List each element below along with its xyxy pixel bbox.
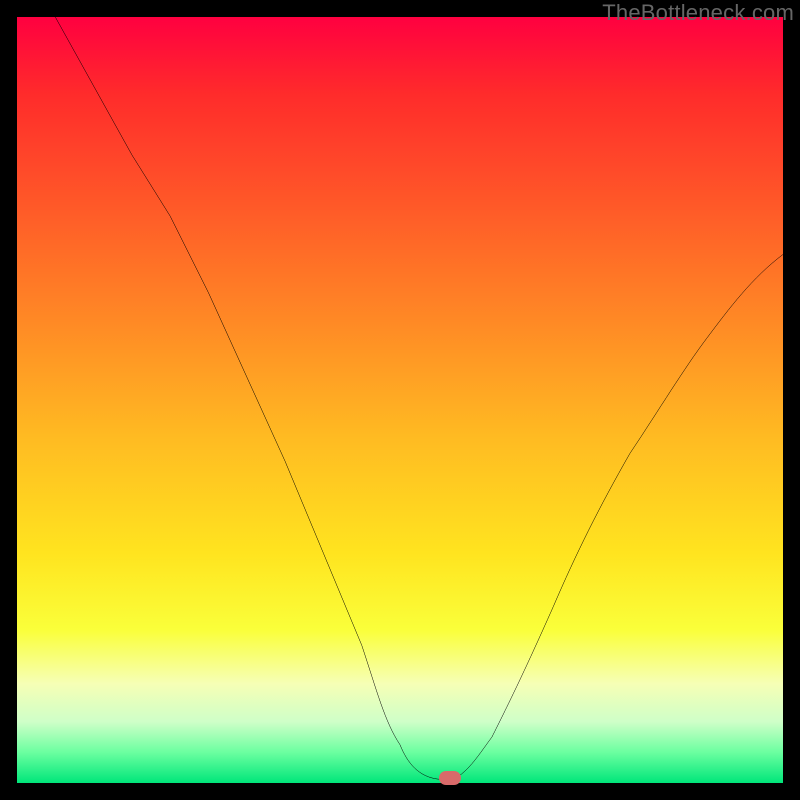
chart-stage: TheBottleneck.com bbox=[0, 0, 800, 800]
optimal-point-marker bbox=[439, 771, 461, 785]
bottleneck-plot bbox=[17, 17, 783, 783]
bottleneck-curve-path bbox=[55, 17, 783, 779]
bottleneck-curve bbox=[17, 17, 783, 783]
